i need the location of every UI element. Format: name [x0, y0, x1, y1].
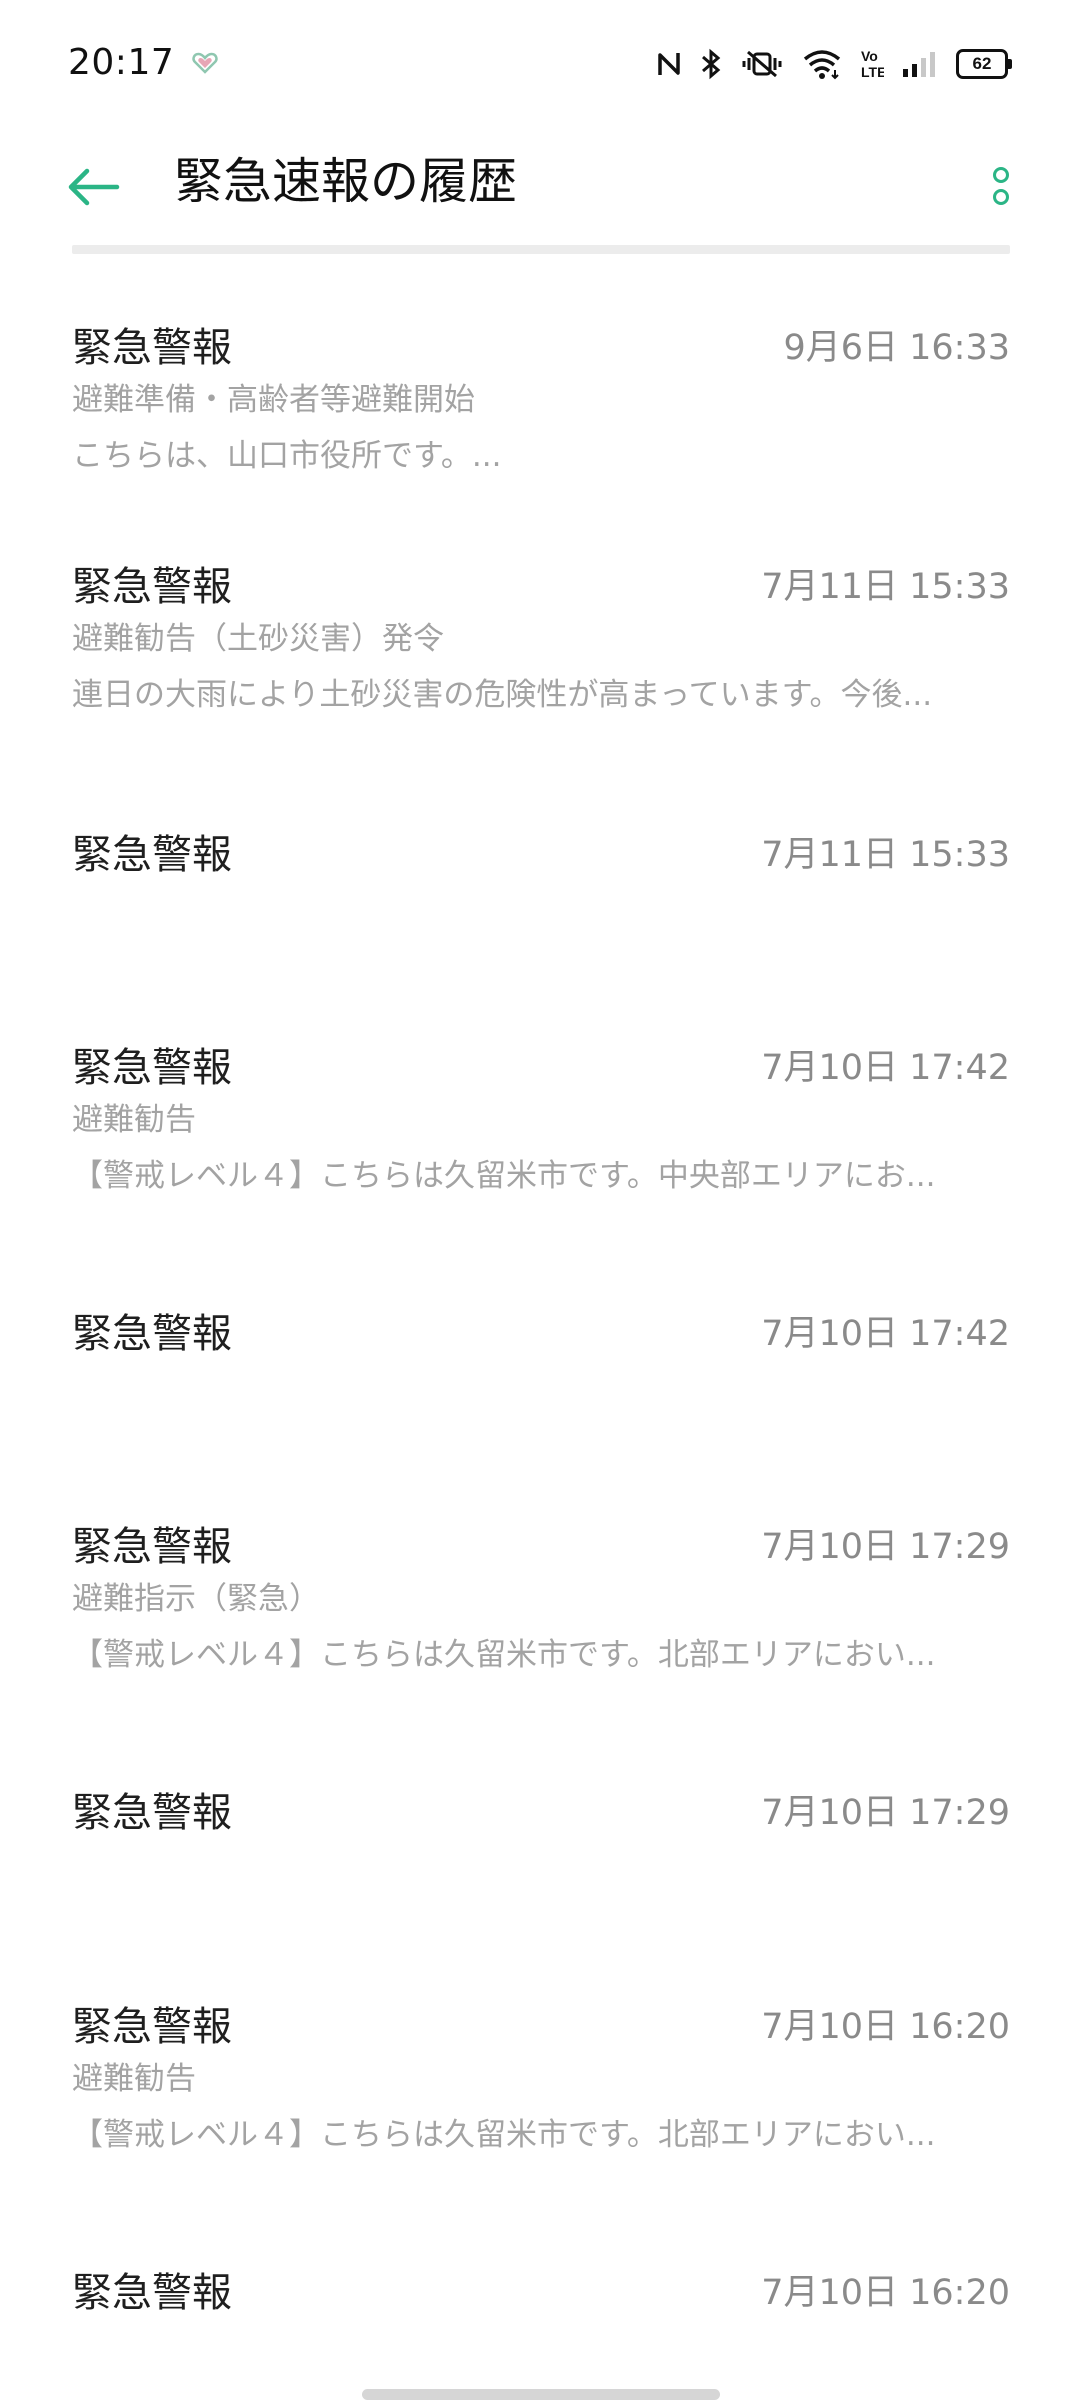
alert-subtitle: 避難準備・高齢者等避難開始 [72, 382, 475, 418]
alert-list-item[interactable]: 緊急警報 9月6日 16:33 避難準備・高齢者等避難開始 こちらは、山口市役所… [0, 320, 1080, 510]
battery-level: 62 [956, 49, 1008, 79]
alert-list-item[interactable]: 緊急警報 7月10日 17:42 避難勧告 【警戒レベル４】こちらは久留米市です… [0, 1040, 1080, 1230]
alert-list-item[interactable]: 緊急警報 7月11日 15:33 避難勧告（土砂災害）発令 連日の大雨により土砂… [0, 559, 1080, 749]
alert-time: 9月6日 16:33 [783, 328, 1010, 368]
alert-title: 緊急警報 [72, 1311, 232, 1357]
bluetooth-icon [700, 48, 722, 80]
vibrate-icon [740, 48, 784, 80]
arrow-left-icon [68, 168, 120, 206]
nfc-icon [656, 49, 682, 79]
alert-body: 【警戒レベル４】こちらは久留米市です。北部エリアにおい... [72, 2117, 936, 2153]
alert-body: 連日の大雨により土砂災害の危険性が高まっています。今後... [72, 677, 933, 713]
alert-subtitle: 避難勧告（土砂災害）発令 [72, 621, 444, 657]
alert-time: 7月10日 17:29 [761, 1793, 1010, 1833]
page-title: 緊急速報の履歴 [174, 153, 518, 210]
more-dot-icon [993, 189, 1009, 205]
status-bar: 20:17 Vo LTE 62 [0, 0, 1080, 130]
app-bar: 緊急速報の履歴 [0, 130, 1080, 240]
volte-icon: Vo LTE [860, 47, 884, 81]
alert-body: 【警戒レベル４】こちらは久留米市です。中央部エリアにお... [72, 1158, 936, 1194]
alert-subtitle: 避難勧告 [72, 2061, 196, 2097]
alert-time: 7月10日 17:42 [761, 1314, 1010, 1354]
svg-text:LTE: LTE [861, 64, 884, 80]
alert-title: 緊急警報 [72, 325, 232, 371]
alert-title: 緊急警報 [72, 564, 232, 610]
cellular-signal-icon [902, 49, 938, 79]
battery-icon: 62 [956, 49, 1012, 79]
alert-title: 緊急警報 [72, 1790, 232, 1836]
more-options-button[interactable] [976, 146, 1026, 226]
alert-time: 7月10日 16:20 [761, 2007, 1010, 2047]
alert-title: 緊急警報 [72, 2004, 232, 2050]
alert-subtitle: 避難指示（緊急） [72, 1581, 320, 1617]
alert-title: 緊急警報 [72, 832, 232, 878]
alert-list-item[interactable]: 緊急警報 7月11日 15:33 [0, 827, 1080, 947]
status-time: 20:17 [68, 42, 175, 83]
alert-title: 緊急警報 [72, 1524, 232, 1570]
alert-time: 7月10日 16:20 [761, 2273, 1010, 2313]
alert-title: 緊急警報 [72, 1045, 232, 1091]
alert-body: こちらは、山口市役所です。... [72, 438, 502, 474]
heart-health-icon [192, 50, 218, 76]
alert-time: 7月10日 17:42 [761, 1048, 1010, 1088]
alert-body: 【警戒レベル４】こちらは久留米市です。北部エリアにおい... [72, 1637, 936, 1673]
home-indicator[interactable] [362, 2389, 720, 2400]
back-button[interactable] [58, 152, 128, 222]
alert-list-item[interactable]: 緊急警報 7月10日 17:29 [0, 1785, 1080, 1905]
alert-list-item[interactable]: 緊急警報 7月10日 16:20 避難勧告 【警戒レベル４】こちらは久留米市です… [0, 1999, 1080, 2189]
wifi-icon [802, 48, 842, 80]
alert-time: 7月11日 15:33 [761, 835, 1010, 875]
svg-text:Vo: Vo [861, 48, 878, 64]
alert-list-item[interactable]: 緊急警報 7月10日 16:20 [0, 2265, 1080, 2385]
alert-title: 緊急警報 [72, 2270, 232, 2316]
alert-list-item[interactable]: 緊急警報 7月10日 17:42 [0, 1306, 1080, 1426]
alert-time: 7月11日 15:33 [761, 567, 1010, 607]
battery-tip [1008, 59, 1012, 69]
header-divider [72, 245, 1010, 254]
status-icons: Vo LTE 62 [656, 44, 1012, 84]
alert-time: 7月10日 17:29 [761, 1527, 1010, 1567]
more-dot-icon [993, 167, 1009, 183]
alert-list-item[interactable]: 緊急警報 7月10日 17:29 避難指示（緊急） 【警戒レベル４】こちらは久留… [0, 1519, 1080, 1709]
alert-subtitle: 避難勧告 [72, 1102, 196, 1138]
